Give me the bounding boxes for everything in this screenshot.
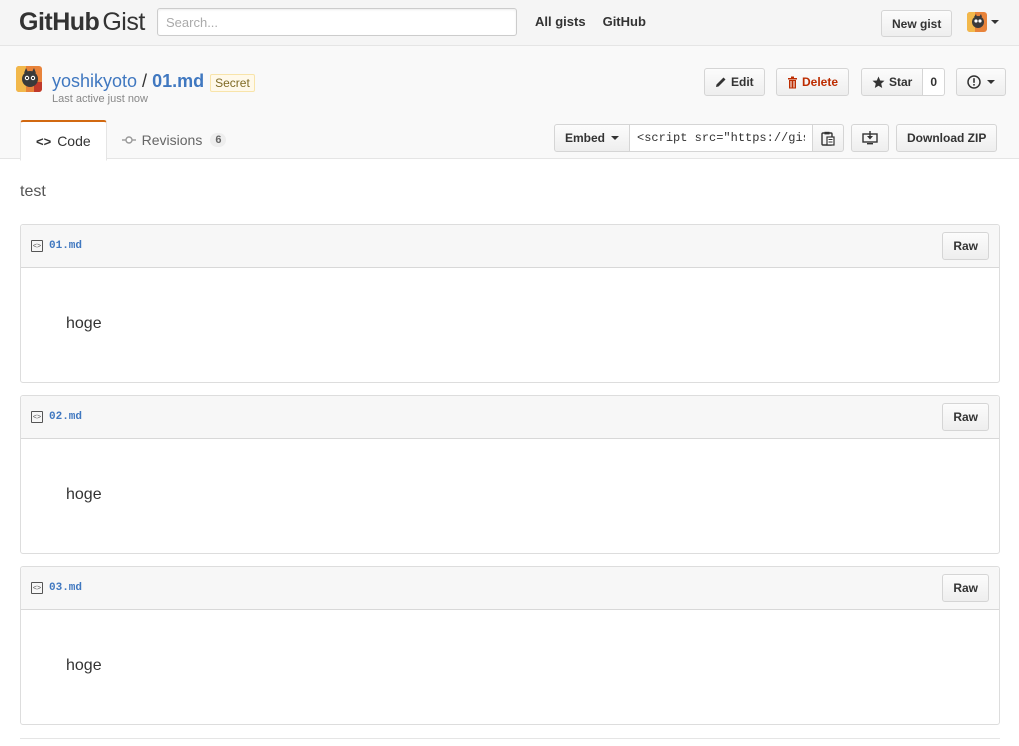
top-nav: All gists GitHub <box>535 14 646 29</box>
revisions-counter: 6 <box>210 133 227 147</box>
star-count[interactable]: 0 <box>923 68 946 96</box>
code-icon: <> <box>36 133 52 149</box>
file-code-icon: <> <box>31 411 43 423</box>
file-box: <> 02.md Raw hoge <box>20 395 1000 554</box>
delete-button-label: Delete <box>802 75 839 89</box>
raw-button[interactable]: Raw <box>942 403 989 431</box>
file-content: hoge <box>66 315 102 332</box>
embed-select-button[interactable]: Embed <box>554 124 631 152</box>
trash-icon <box>787 76 798 89</box>
last-active-text: Last active just now <box>52 93 148 105</box>
report-abuse-menu[interactable] <box>956 68 1006 96</box>
file-code-icon: <> <box>31 240 43 252</box>
star-group: Star 0 <box>861 68 946 96</box>
clipboard-icon <box>821 131 835 146</box>
desktop-download-icon <box>862 131 878 145</box>
gist-description: test <box>20 183 46 200</box>
file-content: hoge <box>66 486 102 503</box>
gist-tabs: <> Code Revisions 6 <box>20 120 242 161</box>
delete-button[interactable]: Delete <box>776 68 850 96</box>
download-zip-button[interactable]: Download ZIP <box>896 124 998 152</box>
gist-title: yoshikyoto / 01.md Secret <box>52 71 255 92</box>
logo-gist-text: Gist <box>102 8 145 36</box>
embed-url-input[interactable] <box>630 124 813 152</box>
file-content: hoge <box>66 657 102 674</box>
file-code-icon: <> <box>31 582 43 594</box>
tab-revisions-label: Revisions <box>141 132 203 148</box>
caret-down-icon <box>991 20 999 24</box>
top-header: GitHub Gist All gists GitHub New gist <box>0 0 1019 46</box>
git-commit-icon <box>121 135 136 145</box>
github-gist-logo[interactable]: GitHub Gist <box>19 8 145 37</box>
divider <box>20 738 1000 739</box>
nav-all-gists-link[interactable]: All gists <box>535 14 586 29</box>
star-button[interactable]: Star <box>861 68 924 96</box>
secret-badge: Secret <box>210 73 255 92</box>
alert-icon <box>967 75 981 89</box>
tab-code[interactable]: <> Code <box>20 120 107 161</box>
file-header: <> 03.md Raw <box>21 567 999 610</box>
embed-label: Embed <box>565 131 606 145</box>
star-icon <box>872 76 885 89</box>
file-header: <> 02.md Raw <box>21 396 999 439</box>
search-input[interactable] <box>157 8 517 36</box>
file-name-link[interactable]: 01.md <box>49 240 82 252</box>
avatar <box>967 12 987 32</box>
file-box: <> 01.md Raw hoge <box>20 224 1000 383</box>
owner-link[interactable]: yoshikyoto <box>52 71 137 92</box>
tab-revisions[interactable]: Revisions 6 <box>107 120 242 160</box>
new-gist-button[interactable]: New gist <box>881 10 953 37</box>
title-separator: / <box>142 71 148 91</box>
logo-github-text: GitHub <box>19 8 100 36</box>
pencil-icon <box>715 76 727 88</box>
edit-button-label: Edit <box>731 75 754 89</box>
user-menu[interactable] <box>967 12 999 32</box>
file-header: <> 01.md Raw <box>21 225 999 268</box>
copy-to-clipboard-button[interactable] <box>812 124 845 152</box>
file-name-link[interactable]: 02.md <box>49 411 82 423</box>
open-in-desktop-button[interactable] <box>851 124 889 152</box>
embed-group: Embed <box>554 124 845 152</box>
gist-name-link[interactable]: 01.md <box>152 71 204 92</box>
star-button-label: Star <box>889 75 913 89</box>
tab-code-label: Code <box>57 133 91 149</box>
caret-down-icon <box>611 136 620 140</box>
owner-avatar[interactable] <box>16 66 42 92</box>
nav-github-link[interactable]: GitHub <box>603 14 646 29</box>
caret-down-icon <box>987 80 995 84</box>
file-box: <> 03.md Raw hoge <box>20 566 1000 725</box>
edit-button[interactable]: Edit <box>704 68 765 96</box>
file-name-link[interactable]: 03.md <box>49 582 82 594</box>
raw-button[interactable]: Raw <box>942 232 989 260</box>
raw-button[interactable]: Raw <box>942 574 989 602</box>
